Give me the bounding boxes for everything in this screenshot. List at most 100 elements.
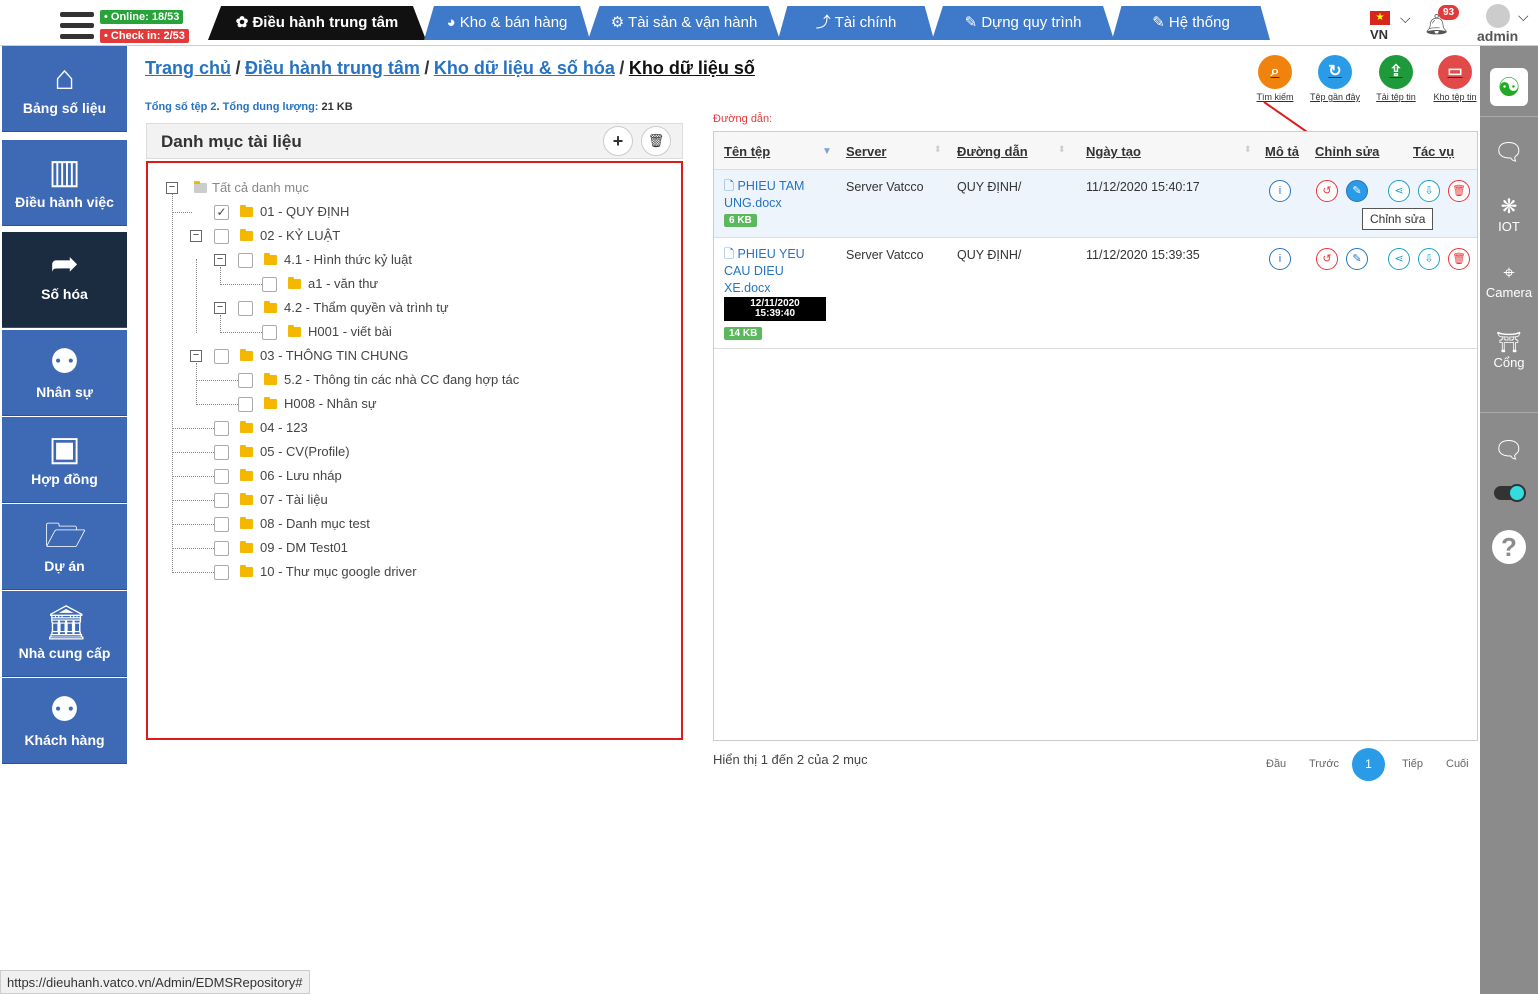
sort-icon[interactable]: ⬍ bbox=[1244, 144, 1252, 155]
file-name[interactable]: CAU DIEU bbox=[724, 264, 784, 278]
username[interactable]: admin bbox=[1477, 28, 1518, 44]
tree-checkbox[interactable] bbox=[262, 325, 277, 340]
right-panel: ☯ 🗨︎ ❋ IOT ⌖ Camera ⛩︎ Cổng 🗨︎ ? bbox=[1480, 46, 1538, 994]
breadcrumb-center-link[interactable]: Điều hành trung tâm bbox=[245, 58, 420, 78]
share-icon[interactable]: ⋖ bbox=[1388, 248, 1410, 270]
language-label[interactable]: VN bbox=[1370, 27, 1388, 42]
tree-checkbox[interactable] bbox=[214, 541, 229, 556]
sidebar: ⌂ Bảng số liệu ▥ Điều hành việc ➦ Số hóa… bbox=[2, 46, 127, 765]
collapse-icon[interactable]: − bbox=[190, 350, 202, 362]
tab-dieu-hanh-trung-tam[interactable]: ✿ Điều hành trung tâm bbox=[208, 6, 426, 40]
sort-desc-icon[interactable]: ▼ bbox=[822, 146, 832, 157]
tab-kho-ban-hang[interactable]: ◕ Kho & bán hàng bbox=[424, 6, 590, 40]
search-button[interactable]: ⌕ Tìm kiếm bbox=[1252, 55, 1298, 102]
delete-icon[interactable]: 🗑︎ bbox=[1448, 180, 1470, 202]
sort-icon[interactable]: ⬍ bbox=[1058, 144, 1066, 155]
delete-category-button[interactable]: 🗑︎ bbox=[641, 126, 671, 156]
file-name[interactable]: PHIEU TAM bbox=[738, 179, 805, 193]
sort-icon[interactable]: ⬍ bbox=[934, 144, 942, 155]
file-name[interactable]: UNG.docx bbox=[724, 196, 782, 210]
user-chevron-down-icon[interactable]: ⌵ bbox=[1518, 8, 1529, 25]
sidebar-item-nha-cung-cap[interactable]: 🏛︎ Nhà cung cấp bbox=[2, 591, 127, 677]
tab-tai-chinh[interactable]: ⤴ Tài chính bbox=[778, 6, 934, 40]
collapse-icon[interactable]: − bbox=[190, 230, 202, 242]
help-icon[interactable]: ? bbox=[1480, 530, 1538, 564]
yin-yang-app-icon[interactable]: ☯ bbox=[1480, 68, 1538, 106]
tree-checkbox[interactable] bbox=[262, 277, 277, 292]
sidebar-item-hop-dong[interactable]: ▣ Hợp đồng bbox=[2, 417, 127, 503]
file-name[interactable]: PHIEU YEU bbox=[738, 247, 805, 261]
tree-checkbox[interactable] bbox=[238, 397, 253, 412]
sidebar-item-du-an[interactable]: 🗁︎ Dự án bbox=[2, 504, 127, 590]
breadcrumb-repo-link[interactable]: Kho dữ liệu & số hóa bbox=[434, 58, 615, 78]
iot-button[interactable]: ❋ IOT bbox=[1480, 194, 1538, 234]
word-file-icon: 🗋︎ bbox=[724, 179, 735, 193]
col-header-server[interactable]: Server bbox=[846, 144, 886, 159]
share-icon[interactable]: ⋖ bbox=[1388, 180, 1410, 202]
info-icon[interactable]: i bbox=[1269, 180, 1291, 202]
path-cell: QUY ĐỊNH/ bbox=[957, 248, 1022, 262]
tree-checkbox[interactable] bbox=[214, 517, 229, 532]
col-header-path[interactable]: Đường dẫn bbox=[957, 144, 1028, 159]
sidebar-item-so-hoa[interactable]: ➦ Số hóa bbox=[2, 232, 127, 328]
history-icon[interactable]: ↺ bbox=[1316, 180, 1338, 202]
tree-node-label: 01 - QUY ĐỊNH bbox=[260, 204, 350, 219]
sidebar-item-nhan-su[interactable]: ⚉ Nhân sự bbox=[2, 330, 127, 416]
tree-checkbox[interactable]: ✓ bbox=[214, 205, 229, 220]
tree-checkbox[interactable] bbox=[238, 253, 253, 268]
collapse-icon[interactable]: − bbox=[214, 254, 226, 266]
page-first[interactable]: Đầu bbox=[1266, 758, 1286, 770]
share-icon: ➦ bbox=[50, 245, 79, 283]
tree-checkbox[interactable] bbox=[214, 565, 229, 580]
toggle-switch[interactable] bbox=[1480, 484, 1538, 502]
tab-dung-quy-trinh[interactable]: ✎ Dựng quy trình bbox=[932, 6, 1114, 40]
page-prev[interactable]: Trước bbox=[1309, 758, 1339, 770]
page-last[interactable]: Cuối bbox=[1446, 758, 1469, 770]
avatar[interactable] bbox=[1486, 4, 1510, 28]
breadcrumb-home-link[interactable]: Trang chủ bbox=[145, 58, 231, 78]
sidebar-item-khach-hang[interactable]: ⚉ Khách hàng bbox=[2, 678, 127, 764]
col-header-name[interactable]: Tên tệp bbox=[724, 144, 770, 159]
tree-checkbox[interactable] bbox=[214, 229, 229, 244]
collapse-icon[interactable]: − bbox=[214, 302, 226, 314]
add-category-button[interactable]: + bbox=[603, 126, 633, 156]
table-row[interactable]: 🗋︎ PHIEU YEU CAU DIEU XE.docx 12/11/2020… bbox=[714, 238, 1477, 349]
tab-tai-san-van-hanh[interactable]: ⚙ Tài sản & vận hành bbox=[588, 6, 780, 40]
tree-checkbox[interactable] bbox=[214, 349, 229, 364]
page-next[interactable]: Tiếp bbox=[1402, 758, 1423, 770]
chevron-down-icon[interactable]: ⌵ bbox=[1400, 10, 1411, 27]
file-name-cell[interactable]: 🗋︎ PHIEU YEU CAU DIEU XE.docx 12/11/2020… bbox=[724, 246, 826, 340]
file-store-button[interactable]: ▭ Kho tệp tin bbox=[1430, 55, 1480, 102]
recent-files-button[interactable]: ↻ Tệp gần đây bbox=[1308, 55, 1362, 102]
file-name-cell[interactable]: 🗋︎ PHIEU TAM UNG.docx 6 KB bbox=[724, 178, 804, 227]
tab-he-thong[interactable]: ✎ Hệ thống bbox=[1112, 6, 1270, 40]
camera-button[interactable]: ⌖ Camera bbox=[1480, 262, 1538, 300]
file-name[interactable]: XE.docx bbox=[724, 281, 771, 295]
collapse-icon[interactable]: − bbox=[166, 182, 178, 194]
edit-icon[interactable]: ✎ bbox=[1346, 248, 1368, 270]
info-icon[interactable]: i bbox=[1269, 248, 1291, 270]
gate-button[interactable]: ⛩︎ Cổng bbox=[1480, 330, 1538, 370]
history-icon[interactable]: ↺ bbox=[1316, 248, 1338, 270]
vietnam-flag-icon[interactable]: ★ bbox=[1370, 11, 1390, 25]
delete-icon[interactable]: 🗑︎ bbox=[1448, 248, 1470, 270]
upload-button[interactable]: ⇪ Tải tệp tin bbox=[1372, 55, 1420, 102]
tree-checkbox[interactable] bbox=[214, 445, 229, 460]
sidebar-item-bang-so-lieu[interactable]: ⌂ Bảng số liệu bbox=[2, 46, 127, 132]
download-icon[interactable]: ⇩ bbox=[1418, 248, 1440, 270]
tree-checkbox[interactable] bbox=[238, 373, 253, 388]
video-chat-icon[interactable]: 🗨︎ bbox=[1480, 138, 1538, 167]
sidebar-item-dieu-hanh-viec[interactable]: ▥ Điều hành việc bbox=[2, 140, 127, 226]
tree-node-label: 07 - Tài liệu bbox=[260, 492, 328, 507]
download-icon[interactable]: ⇩ bbox=[1418, 180, 1440, 202]
edit-icon[interactable]: ✎ bbox=[1346, 180, 1368, 202]
video-chat-icon[interactable]: 🗨︎ bbox=[1480, 436, 1538, 465]
tree-checkbox[interactable] bbox=[214, 421, 229, 436]
tree-checkbox[interactable] bbox=[214, 469, 229, 484]
tree-checkbox[interactable] bbox=[238, 301, 253, 316]
col-header-created[interactable]: Ngày tạo bbox=[1086, 144, 1141, 159]
page-number[interactable]: 1 bbox=[1352, 748, 1385, 781]
upload-icon: ⇪ bbox=[1379, 55, 1413, 89]
tree-checkbox[interactable] bbox=[214, 493, 229, 508]
hamburger-menu-icon[interactable] bbox=[60, 12, 94, 40]
